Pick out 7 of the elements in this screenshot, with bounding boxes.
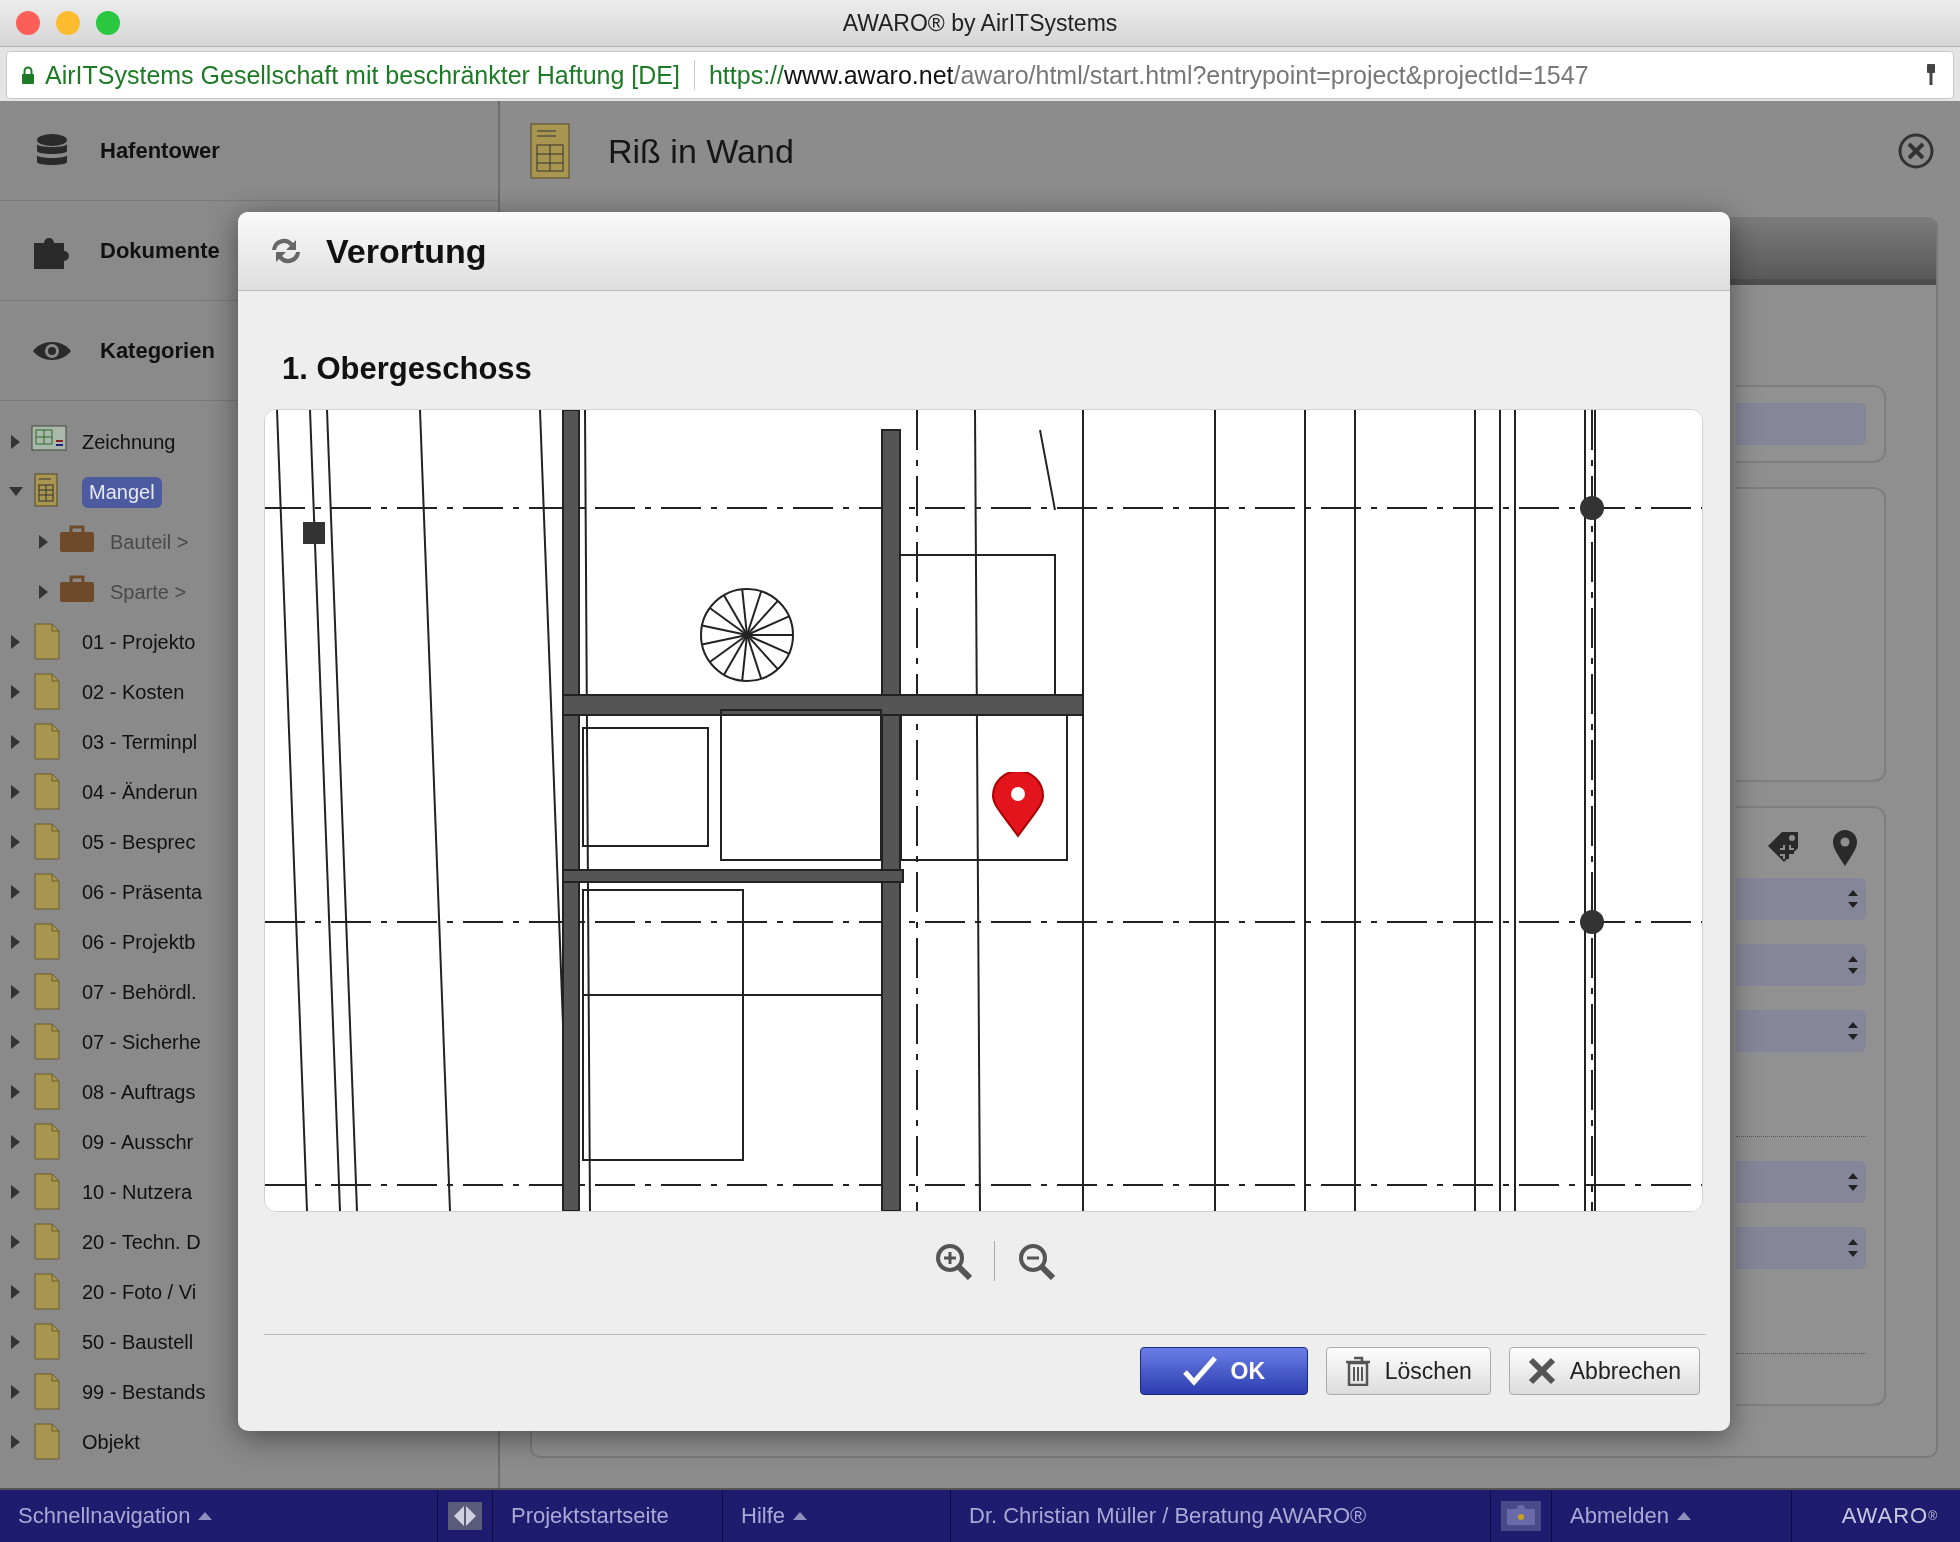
url-text: https://www.awaro.net/awaro/html/start.html?entrypoint=project&projectId=1547	[708, 60, 1590, 90]
awaro-logo: AWARO$^{®}$	[1841, 1502, 1939, 1530]
floor-heading: 1. Obergeschoss	[282, 351, 533, 387]
certificate-label: AirITSystems Gesellschaft mit beschränkter Haftung [DE]	[45, 60, 680, 90]
window-title: AWARO® by AirITSystems	[842, 9, 1118, 37]
document-title: Riß in Wand	[608, 131, 794, 171]
dialog-title: Verortung	[326, 231, 487, 271]
